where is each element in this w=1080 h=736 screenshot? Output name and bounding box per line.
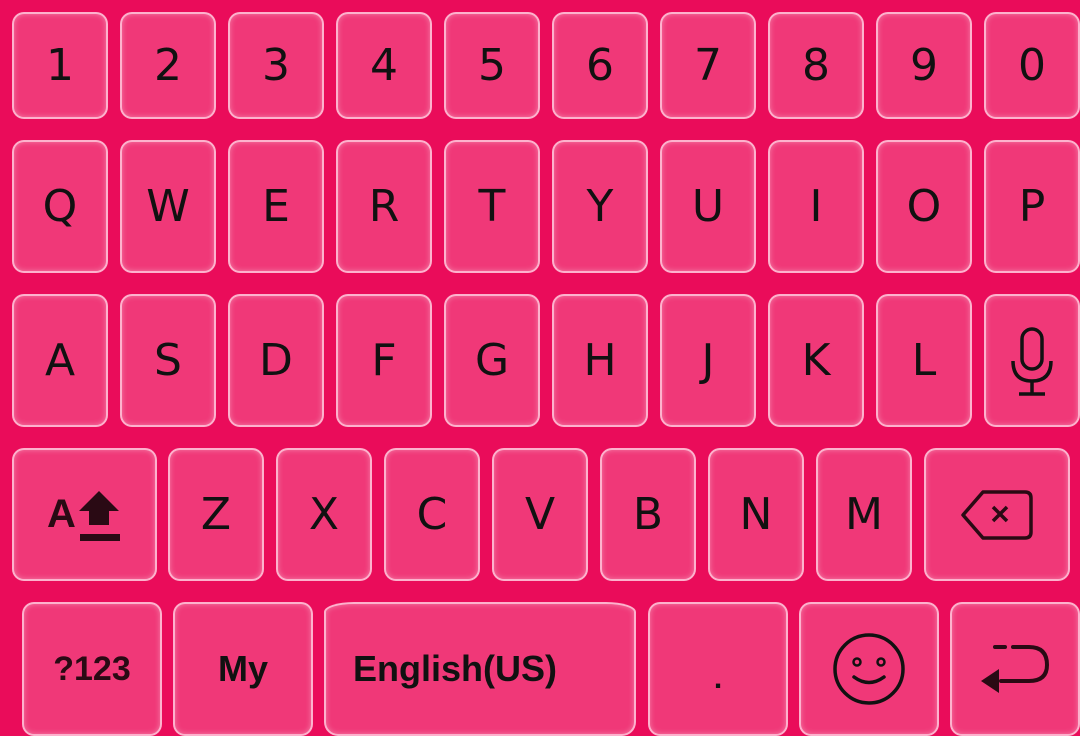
key-label: Z (200, 488, 232, 540)
key-h[interactable]: H (552, 294, 648, 427)
key-q[interactable]: Q (12, 140, 108, 273)
key-o[interactable]: O (876, 140, 972, 273)
emoji-smiley-icon (833, 633, 905, 705)
voice-input-key[interactable] (984, 294, 1080, 427)
key-s[interactable]: S (120, 294, 216, 427)
enter-return-icon (981, 645, 1050, 693)
key-d[interactable]: D (228, 294, 324, 427)
key-e[interactable]: E (228, 140, 324, 273)
key-label: T (478, 180, 506, 232)
key-label: Y (586, 180, 614, 232)
key-label: C (416, 488, 448, 540)
key-5[interactable]: 5 (444, 12, 540, 119)
key-label: F (371, 334, 397, 386)
space-key[interactable]: English(US) (324, 602, 636, 736)
key-label: A (44, 334, 76, 386)
symbols-key[interactable]: ?123 (22, 602, 162, 736)
key-i[interactable]: I (768, 140, 864, 273)
key-7[interactable]: 7 (660, 12, 756, 119)
key-label: W (146, 180, 190, 232)
key-y[interactable]: Y (552, 140, 648, 273)
key-label: L (911, 334, 937, 386)
key-label: P (1018, 180, 1046, 232)
key-label: 3 (262, 39, 290, 91)
key-label: 9 (910, 39, 938, 91)
key-2[interactable]: 2 (120, 12, 216, 119)
key-label: X (308, 488, 340, 540)
key-label: 2 (154, 39, 182, 91)
symbols-label: ?123 (53, 649, 131, 688)
key-c[interactable]: C (384, 448, 480, 581)
key-label: 8 (802, 39, 830, 91)
key-u[interactable]: U (660, 140, 756, 273)
key-label: O (906, 180, 942, 232)
key-label: B (632, 488, 664, 540)
space-label: English(US) (353, 648, 557, 689)
shift-caps-icon: A (47, 490, 120, 541)
key-label: G (474, 334, 510, 386)
key-label: U (691, 180, 725, 232)
key-label: I (809, 180, 823, 232)
svg-text:A: A (47, 492, 76, 536)
key-f[interactable]: F (336, 294, 432, 427)
key-z[interactable]: Z (168, 448, 264, 581)
key-1[interactable]: 1 (12, 12, 108, 119)
period-label: . (713, 662, 723, 695)
backspace-icon (961, 489, 1033, 540)
microphone-icon (1011, 326, 1053, 396)
key-9[interactable]: 9 (876, 12, 972, 119)
key-8[interactable]: 8 (768, 12, 864, 119)
key-j[interactable]: J (660, 294, 756, 427)
key-b[interactable]: B (600, 448, 696, 581)
shift-key[interactable]: A (12, 448, 157, 581)
emoji-key[interactable] (799, 602, 939, 736)
key-w[interactable]: W (120, 140, 216, 273)
enter-key[interactable] (950, 602, 1080, 736)
key-label: H (583, 334, 617, 386)
key-p[interactable]: P (984, 140, 1080, 273)
key-v[interactable]: V (492, 448, 588, 581)
key-label: 1 (46, 39, 74, 91)
key-label: S (154, 334, 182, 386)
key-label: 5 (478, 39, 506, 91)
key-label: 7 (694, 39, 722, 91)
key-l[interactable]: L (876, 294, 972, 427)
key-g[interactable]: G (444, 294, 540, 427)
my-label: My (217, 648, 268, 689)
key-m[interactable]: M (816, 448, 912, 581)
key-4[interactable]: 4 (336, 12, 432, 119)
key-n[interactable]: N (708, 448, 804, 581)
key-label: M (845, 488, 883, 540)
key-0[interactable]: 0 (984, 12, 1080, 119)
key-label: 4 (370, 39, 398, 91)
key-label: K (801, 334, 831, 386)
key-a[interactable]: A (12, 294, 108, 427)
key-6[interactable]: 6 (552, 12, 648, 119)
my-key[interactable]: My (173, 602, 313, 736)
key-t[interactable]: T (444, 140, 540, 273)
key-k[interactable]: K (768, 294, 864, 427)
key-label: V (524, 488, 556, 540)
key-x[interactable]: X (276, 448, 372, 581)
key-label: D (259, 334, 293, 386)
key-label: R (368, 180, 400, 232)
key-label: N (739, 488, 773, 540)
key-label: Q (42, 180, 78, 232)
key-3[interactable]: 3 (228, 12, 324, 119)
key-label: J (701, 334, 715, 386)
period-key[interactable]: . (648, 602, 788, 736)
key-r[interactable]: R (336, 140, 432, 273)
key-label: E (262, 180, 290, 232)
key-label: 0 (1018, 39, 1046, 91)
backspace-key[interactable] (924, 448, 1070, 581)
key-label: 6 (586, 39, 614, 91)
